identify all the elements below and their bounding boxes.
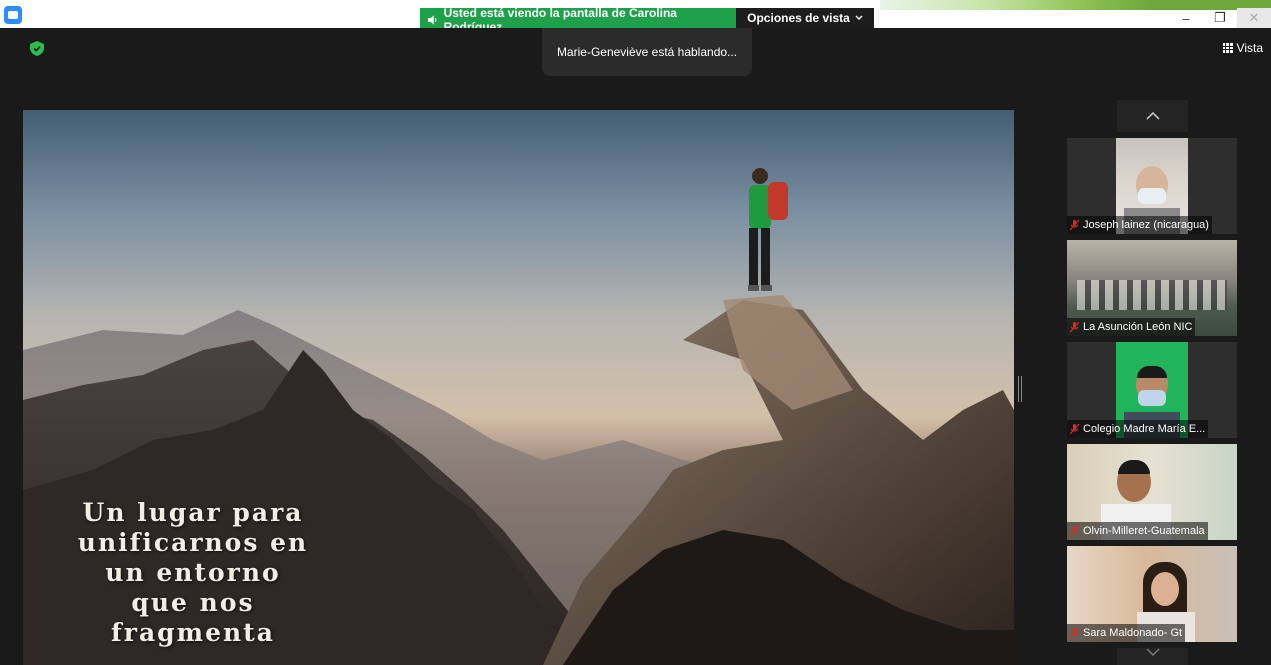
- active-speaker-toast: Marie-Geneviève está hablando...: [542, 28, 752, 76]
- participant-tile[interactable]: La Asunción León NIC: [1067, 240, 1237, 336]
- slide-caption-line: que nos: [131, 588, 255, 617]
- slide-caption: Un lugar para unificarnos en un entorno …: [43, 498, 343, 648]
- view-layout-button[interactable]: Vista: [1222, 41, 1263, 55]
- close-button[interactable]: ✕: [1237, 8, 1271, 28]
- participant-name-label: Olvin-Milleret-Guatemala: [1067, 522, 1208, 540]
- chevron-down-icon: [1145, 648, 1160, 656]
- chevron-down-icon: [855, 15, 863, 20]
- minimize-button[interactable]: –: [1169, 8, 1203, 28]
- mic-muted-icon: [1070, 321, 1079, 332]
- participant-name-label: Joseph lainez (nicaragua): [1067, 216, 1212, 234]
- participant-name: Colegio Madre María E...: [1083, 423, 1206, 435]
- mic-muted-icon: [1070, 423, 1079, 434]
- encryption-shield-icon[interactable]: [30, 41, 44, 56]
- mic-muted-icon: [1070, 627, 1079, 638]
- participant-tile[interactable]: Sara Maldonado- Gt: [1067, 546, 1237, 642]
- participant-name-label: Colegio Madre María E...: [1067, 420, 1209, 438]
- participant-name-label: La Asunción León NIC: [1067, 318, 1196, 336]
- mic-muted-icon: [1070, 525, 1079, 536]
- slide-caption-line: un entorno: [105, 558, 281, 587]
- participant-name: Olvin-Milleret-Guatemala: [1083, 525, 1205, 537]
- gallery-scroll-up-button[interactable]: [1117, 100, 1188, 132]
- splitter-handle[interactable]: [1018, 376, 1022, 402]
- participant-tile[interactable]: Joseph lainez (nicaragua): [1067, 138, 1237, 234]
- participant-tile[interactable]: Olvin-Milleret-Guatemala: [1067, 444, 1237, 540]
- grid-icon: [1222, 43, 1233, 53]
- active-speaker-text: Marie-Geneviève está hablando...: [556, 45, 738, 59]
- zoom-app-icon[interactable]: [4, 6, 22, 24]
- meeting-area: Marie-Geneviève está hablando... Vista U…: [0, 28, 1271, 665]
- window-controls: – ❐ ✕: [1169, 8, 1271, 28]
- slide-caption-line: unificarnos en: [77, 528, 309, 557]
- view-options-label: Opciones de vista: [747, 11, 850, 25]
- participant-name: La Asunción León NIC: [1083, 321, 1193, 333]
- restore-button[interactable]: ❐: [1203, 8, 1237, 28]
- window-titlebar: Usted está viendo la pantalla de Carolin…: [0, 0, 1271, 34]
- background-accent: [880, 0, 1150, 10]
- view-options-button[interactable]: Opciones de vista: [736, 8, 874, 28]
- gallery-scroll-down-button[interactable]: [1117, 648, 1188, 665]
- chevron-up-icon: [1145, 112, 1160, 120]
- participant-name: Joseph lainez (nicaragua): [1083, 219, 1209, 231]
- view-layout-label: Vista: [1236, 41, 1263, 55]
- slide-caption-line: Un lugar para: [82, 498, 304, 527]
- share-status: Usted está viendo la pantalla de Carolin…: [420, 6, 736, 34]
- participant-name: Sara Maldonado- Gt: [1083, 627, 1183, 639]
- shared-screen[interactable]: Un lugar para unificarnos en un entorno …: [23, 110, 1014, 665]
- participant-tile[interactable]: Colegio Madre María E...: [1067, 342, 1237, 438]
- slide-caption-line: fragmenta: [111, 618, 275, 647]
- mic-muted-icon: [1070, 219, 1079, 230]
- participant-name-label: Sara Maldonado- Gt: [1067, 624, 1186, 642]
- speaker-icon: [428, 14, 437, 25]
- screen-share-banner: Usted está viendo la pantalla de Carolin…: [420, 6, 874, 34]
